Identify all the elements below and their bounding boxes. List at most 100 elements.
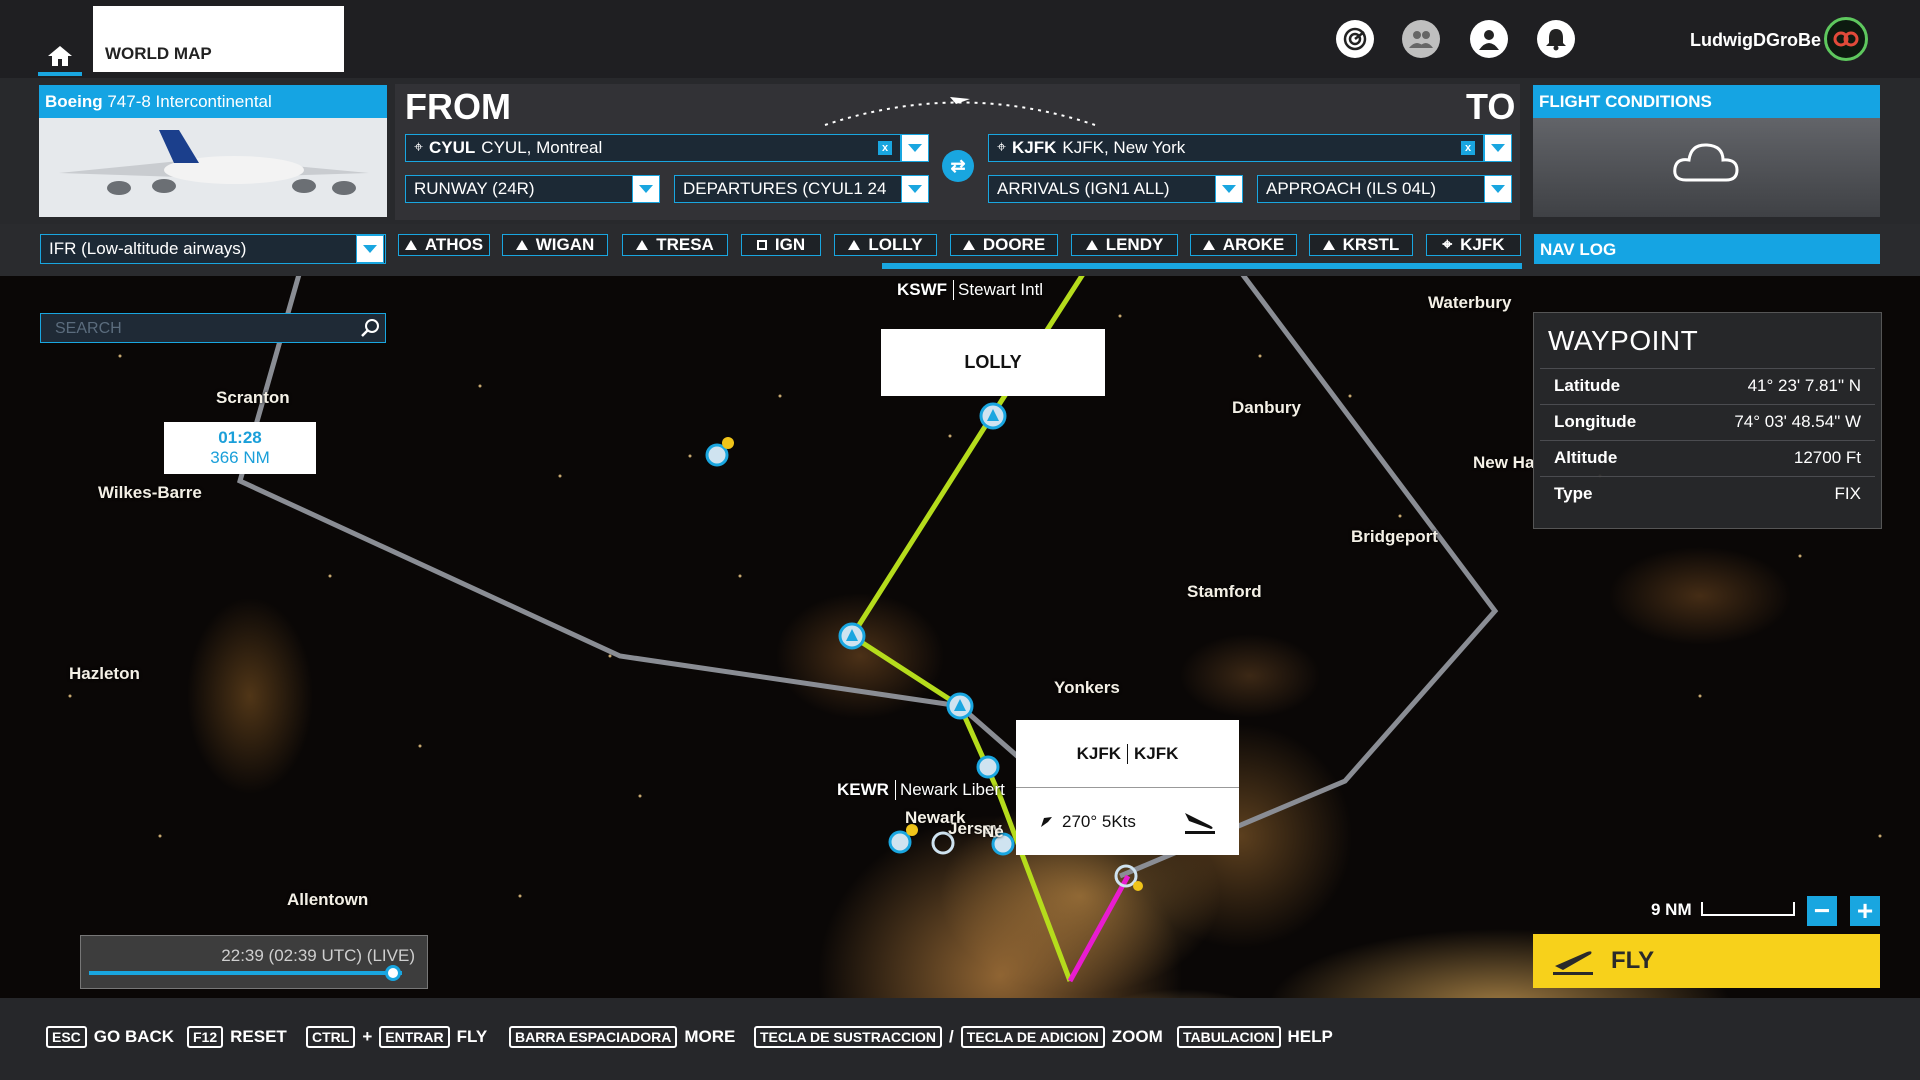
to-code: KJFK	[1012, 138, 1057, 157]
waypoint-tab-krstl[interactable]: KRSTL	[1309, 234, 1413, 256]
airport-popup-header: KJFK KJFK	[1016, 720, 1239, 788]
waypoint-label: KRSTL	[1342, 235, 1400, 254]
to-name: KJFK, New York	[1062, 138, 1186, 157]
fix-triangle-icon	[1202, 240, 1215, 250]
airport-name: KJFK	[1127, 743, 1178, 764]
city-label: Stamford	[1187, 582, 1262, 601]
waypoint-tab-lolly[interactable]: LOLLY	[834, 234, 937, 256]
home-button[interactable]	[40, 40, 80, 72]
hint-label: GO BACK	[93, 1027, 175, 1046]
location-pin-icon[interactable]	[888, 824, 918, 854]
city-label: Wilkes-Barre	[98, 483, 202, 502]
city-label: Yonkers	[1054, 678, 1120, 697]
chevron-down-icon	[1491, 185, 1505, 193]
arrival-dropdown-button[interactable]	[1215, 175, 1243, 203]
waypoint-label: TRESA	[656, 235, 714, 254]
airport-icon: ⌖	[997, 139, 1007, 156]
kewr-label[interactable]: KEWR Newark Libert	[837, 780, 1005, 800]
chevron-down-icon	[1222, 185, 1236, 193]
clear-to-icon[interactable]: x	[1461, 141, 1475, 155]
airport-popup-weather: 270° 5Kts	[1016, 788, 1239, 855]
approach-select[interactable]: APPROACH (ILS 04L)	[1257, 175, 1497, 203]
fix-waypoint-icon[interactable]	[838, 622, 866, 650]
zoom-hint[interactable]: TECLA DE SUSTRACCION / TECLA DE ADICION ZOO…	[754, 1026, 1163, 1048]
location-pin-icon[interactable]	[976, 755, 1000, 779]
fix-triangle-icon	[636, 240, 649, 250]
from-label: FROM	[405, 86, 511, 127]
row-value: 74° 03' 48.54" W	[1734, 411, 1861, 431]
key-badge: TECLA DE ADICION	[960, 1026, 1105, 1048]
more-hint[interactable]: BARRA ESPACIADORA MORE	[509, 1026, 735, 1048]
runway-value: RUNWAY (24R)	[414, 179, 535, 198]
user-avatar[interactable]	[1824, 17, 1868, 61]
time-of-day-slider[interactable]: 22:39 (02:39 UTC) (LIVE)	[80, 935, 428, 989]
time-slider-handle[interactable]	[384, 965, 401, 981]
city-label: Hazleton	[69, 664, 140, 683]
group-button[interactable]	[1402, 20, 1440, 58]
flight-type-dropdown-button[interactable]	[356, 235, 384, 263]
aircraft-title: Boeing 747-8 Intercontinental	[39, 85, 387, 118]
waypoint-tab-kjfk[interactable]: ⌖ KJFK	[1426, 234, 1521, 256]
waypoint-longitude-row: Longitude 74° 03' 48.54" W	[1540, 404, 1875, 438]
go-back-hint[interactable]: ESC GO BACK	[46, 1026, 174, 1048]
reset-hint[interactable]: F12 RESET	[187, 1026, 287, 1048]
runway-dropdown-button[interactable]	[632, 175, 660, 203]
approach-dropdown-button[interactable]	[1484, 175, 1512, 203]
waypoint-label: LENDY	[1105, 235, 1164, 254]
aircraft-card[interactable]: Boeing 747-8 Intercontinental	[39, 85, 387, 217]
fix-triangle-icon	[848, 240, 861, 250]
to-dropdown-button[interactable]	[1484, 134, 1512, 162]
key-badge: ESC	[46, 1026, 87, 1048]
kswf-label[interactable]: KSWF Stewart Intl	[897, 280, 1043, 300]
search-input[interactable]: SEARCH	[40, 313, 386, 343]
help-hint[interactable]: TABULACION HELP	[1177, 1026, 1333, 1048]
profile-button[interactable]	[1470, 20, 1508, 58]
activity-button[interactable]	[1336, 20, 1374, 58]
to-airport-field[interactable]: ⌖ KJFK KJFK, New York x	[988, 134, 1484, 162]
waypoint-tab-tresa[interactable]: TRESA	[622, 234, 728, 256]
city-label: Waterbury	[1428, 293, 1512, 312]
departure-select[interactable]: DEPARTURES (CYUL1 24	[674, 175, 914, 203]
clear-from-icon[interactable]: x	[878, 141, 892, 155]
chevron-down-icon	[908, 185, 922, 193]
fly-button[interactable]: FLY	[1533, 934, 1880, 988]
row-key: Altitude	[1554, 447, 1618, 467]
fly-hint[interactable]: CTRL + ENTRAR FLY	[306, 1026, 487, 1048]
arrival-select[interactable]: ARRIVALS (IGN1 ALL)	[988, 175, 1228, 203]
aircraft-image	[39, 118, 387, 217]
nav-scroll-indicator[interactable]	[882, 263, 1522, 269]
fix-waypoint-icon[interactable]	[946, 692, 974, 720]
time-slider-track[interactable]	[89, 971, 402, 975]
notifications-button[interactable]	[1537, 20, 1575, 58]
waypoint-tab-aroke[interactable]: AROKE	[1190, 234, 1297, 256]
waypoint-popup-lolly[interactable]: LOLLY	[881, 329, 1105, 396]
nav-log-button[interactable]: NAV LOG	[1534, 234, 1880, 264]
waypoint-label: AROKE	[1222, 235, 1285, 254]
fix-waypoint-icon[interactable]	[979, 402, 1007, 430]
waypoint-tab-athos[interactable]: ATHOS	[398, 234, 490, 256]
home-active-indicator	[38, 72, 82, 76]
flight-type-select[interactable]: IFR (Low-altitude airways)	[40, 234, 386, 264]
swap-airports-button[interactable]: ⇄	[942, 150, 974, 182]
zoom-in-button[interactable]: +	[1850, 896, 1880, 926]
flight-conditions-card[interactable]: FLIGHT CONDITIONS	[1533, 85, 1880, 217]
key-badge: CTRL	[306, 1026, 356, 1048]
flight-eta-card: 01:28 366 NM	[164, 422, 316, 474]
row-key: Latitude	[1554, 375, 1621, 395]
from-airport-field[interactable]: ⌖ CYUL CYUL, Montreal x	[405, 134, 901, 162]
waypoint-latitude-row: Latitude 41° 23' 7.81" N	[1540, 368, 1875, 402]
waypoint-tab-wigan[interactable]: WIGAN	[502, 234, 608, 256]
location-pin-icon[interactable]	[705, 437, 734, 467]
waypoint-tab-ign[interactable]: IGN	[741, 234, 821, 256]
search-icon[interactable]	[360, 318, 380, 338]
world-map-tab[interactable]: WORLD MAP	[93, 6, 344, 72]
fix-triangle-icon	[1322, 240, 1335, 250]
zoom-out-button[interactable]: −	[1807, 896, 1837, 926]
from-dropdown-button[interactable]	[901, 134, 929, 162]
username[interactable]: LudwigDGroBe	[1690, 30, 1821, 51]
waypoint-tab-lendy[interactable]: LENDY	[1071, 234, 1178, 256]
departure-dropdown-button[interactable]	[901, 175, 929, 203]
airport-popup-kjfk[interactable]: KJFK KJFK 270° 5Kts	[1016, 720, 1239, 855]
waypoint-tab-doore[interactable]: DOORE	[950, 234, 1058, 256]
runway-select[interactable]: RUNWAY (24R)	[405, 175, 645, 203]
